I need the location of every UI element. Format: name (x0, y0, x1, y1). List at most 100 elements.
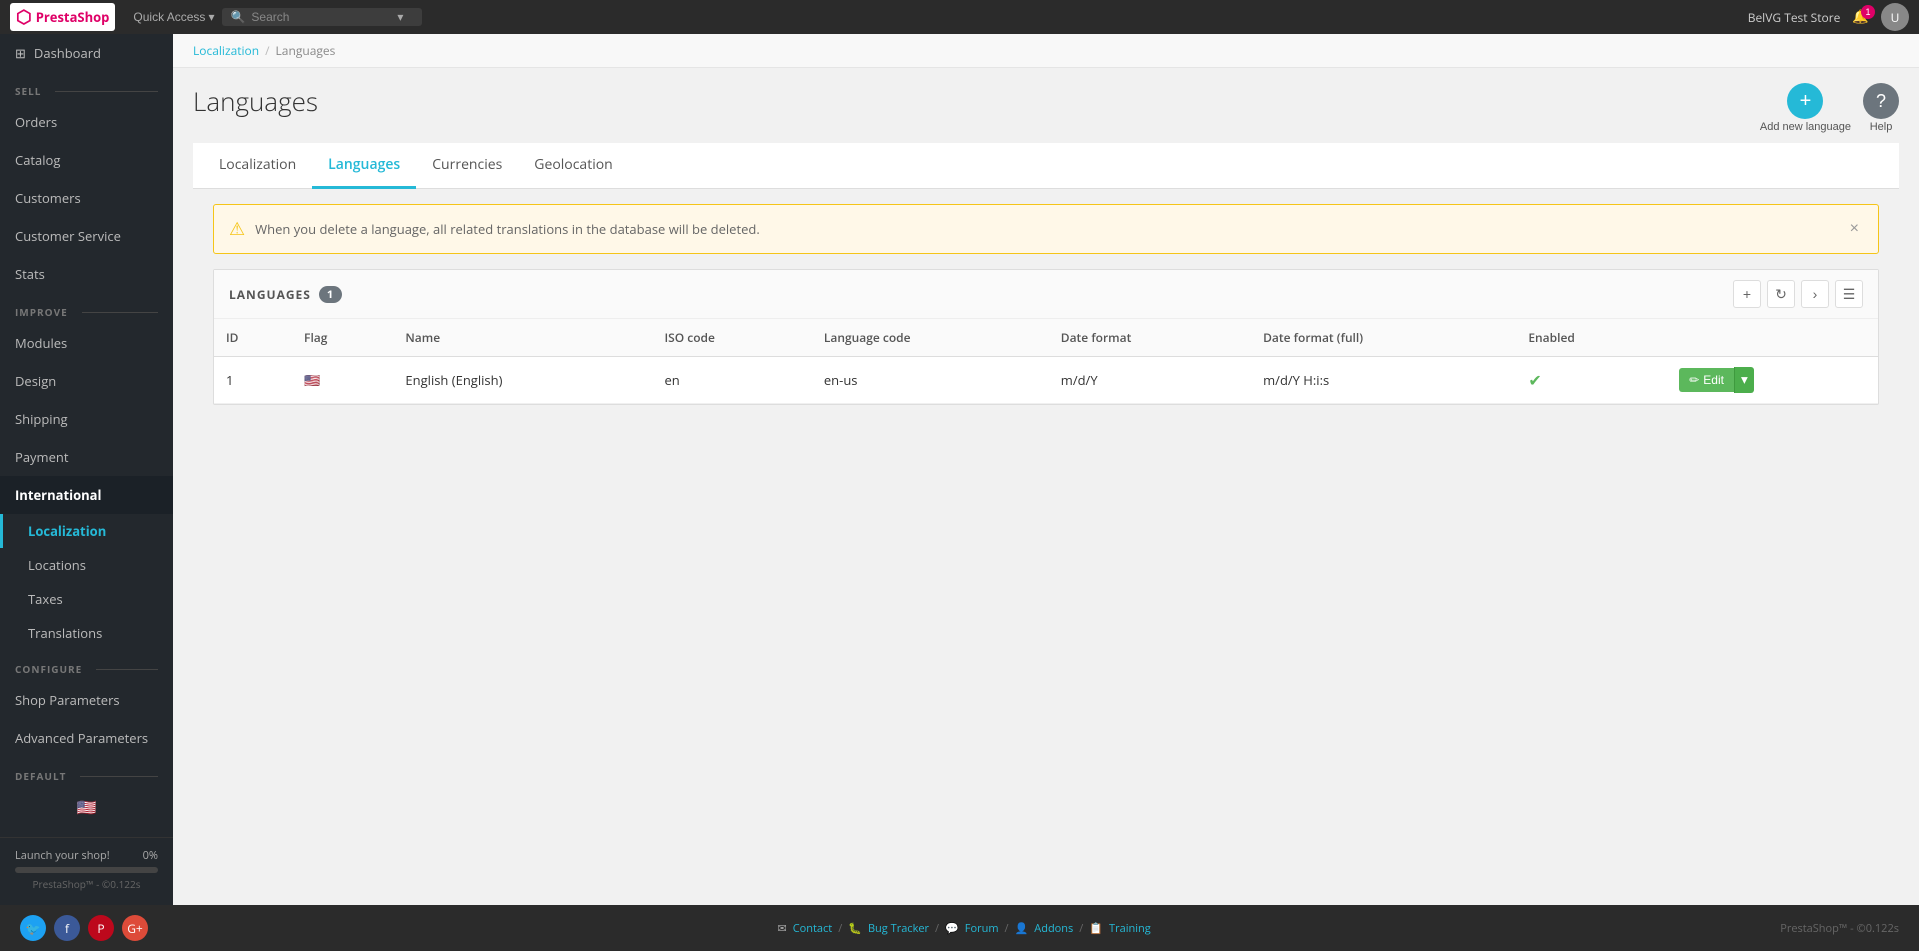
bug-tracker-link[interactable]: Bug Tracker (868, 921, 929, 936)
add-row-button[interactable]: + (1733, 280, 1761, 308)
add-new-language-button[interactable]: + Add new language (1760, 83, 1851, 133)
avatar[interactable]: U (1881, 3, 1909, 31)
sidebar-sub-item-locations[interactable]: Locations (0, 548, 173, 582)
col-date-format: Date format (1049, 319, 1251, 357)
us-flag-icon: 🇺🇸 (77, 796, 97, 818)
sidebar-item-international[interactable]: International (0, 476, 173, 514)
cell-flag: 🇺🇸 (292, 357, 393, 404)
sidebar-item-modules[interactable]: Modules (0, 324, 173, 362)
sidebar-item-advanced-parameters[interactable]: Advanced Parameters (0, 719, 173, 757)
breadcrumb-separator: / (265, 42, 269, 59)
table-title: LANGUAGES 1 (229, 286, 342, 303)
sidebar-item-design[interactable]: Design (0, 362, 173, 400)
sidebar-item-label: Advanced Parameters (15, 729, 148, 747)
sidebar-flag: 🇺🇸 (0, 788, 173, 826)
search-dropdown-button[interactable]: ▾ (397, 10, 403, 24)
google-link[interactable]: G+ (122, 915, 148, 941)
edit-button[interactable]: ✏ Edit (1679, 368, 1734, 392)
col-enabled: Enabled (1516, 319, 1667, 357)
enabled-checkmark: ✔ (1528, 369, 1541, 391)
main-layout: ⊞ Dashboard SELL Orders Catalog Customer… (0, 34, 1919, 905)
contact-link[interactable]: Contact (793, 921, 833, 936)
forum-icon: 💬 (945, 921, 959, 936)
sidebar-section-improve: IMPROVE (0, 293, 173, 324)
pinterest-link[interactable]: P (88, 915, 114, 941)
sidebar-item-label: Shipping (15, 410, 68, 428)
action-buttons: ✏ Edit ▾ (1679, 367, 1866, 393)
caret-down-icon: ▾ (1741, 372, 1748, 387)
footer-links: ✉ Contact / 🐛 Bug Tracker / 💬 Forum / 👤 … (777, 921, 1150, 936)
breadcrumb-localization-link[interactable]: Localization (193, 42, 259, 59)
tab-currencies[interactable]: Currencies (416, 143, 518, 189)
sidebar-item-customer-service[interactable]: Customer Service (0, 217, 173, 255)
logo[interactable]: ⬡ PrestaShop (10, 3, 115, 31)
sidebar-sub-item-taxes[interactable]: Taxes (0, 582, 173, 616)
sidebar-item-dashboard[interactable]: ⊞ Dashboard (0, 34, 173, 72)
tab-languages[interactable]: Languages (312, 143, 416, 189)
sidebar-item-label: Dashboard (34, 44, 101, 62)
sidebar-item-label: Payment (15, 448, 69, 466)
cell-name: English (English) (393, 357, 652, 404)
sidebar-sub-item-translations[interactable]: Translations (0, 616, 173, 650)
page-footer: 🐦 f P G+ ✉ Contact / 🐛 Bug Tracker / 💬 F… (0, 905, 1919, 951)
warning-close-button[interactable]: × (1846, 220, 1863, 238)
forum-link[interactable]: Forum (965, 921, 999, 936)
sidebar-item-label: International (15, 486, 102, 504)
tab-localization[interactable]: Localization (203, 143, 312, 189)
page-header: Languages + Add new language ? Help (173, 68, 1919, 143)
search-icon-button[interactable]: 🔍 (230, 10, 245, 24)
col-iso-code: ISO code (652, 319, 811, 357)
sidebar-section-default: DEFAULT (0, 757, 173, 788)
store-name: BelVG Test Store (1748, 9, 1841, 26)
cell-language-code: en-us (812, 357, 1049, 404)
sidebar-item-label: Shop Parameters (15, 691, 120, 709)
help-icon: ? (1863, 83, 1899, 119)
page-title: Languages (193, 83, 318, 119)
col-id: ID (214, 319, 292, 357)
notification-badge: 1 (1861, 5, 1875, 19)
sidebar-item-label: Customer Service (15, 227, 121, 245)
training-link[interactable]: Training (1109, 921, 1151, 936)
sidebar-item-orders[interactable]: Orders (0, 103, 173, 141)
help-button[interactable]: ? Help (1863, 83, 1899, 133)
flag-icon: 🇺🇸 (304, 371, 320, 389)
tab-geolocation[interactable]: Geolocation (518, 143, 628, 189)
sidebar-item-label: Locations (28, 556, 86, 574)
content-area: Localization / Languages Languages + Add… (173, 34, 1919, 905)
next-button[interactable]: › (1801, 280, 1829, 308)
cell-actions: ✏ Edit ▾ (1667, 357, 1878, 404)
warning-icon: ⚠ (229, 217, 245, 241)
contact-icon: ✉ (777, 921, 786, 936)
col-actions (1667, 319, 1878, 357)
footer-social: 🐦 f P G+ (20, 915, 148, 941)
training-icon: 📋 (1089, 921, 1103, 936)
sidebar-item-label: Stats (15, 265, 45, 283)
addons-link[interactable]: Addons (1034, 921, 1073, 936)
columns-button[interactable]: ☰ (1835, 280, 1863, 308)
sidebar-item-shipping[interactable]: Shipping (0, 400, 173, 438)
top-navigation: ⬡ PrestaShop Quick Access ▾ 🔍 ▾ BelVG Te… (0, 0, 1919, 34)
sidebar-item-customers[interactable]: Customers (0, 179, 173, 217)
add-icon: + (1787, 83, 1823, 119)
cell-date-format: m/d/Y (1049, 357, 1251, 404)
refresh-button[interactable]: ↻ (1767, 280, 1795, 308)
notifications-button[interactable]: 🔔 1 (1852, 9, 1869, 25)
sidebar-item-shop-parameters[interactable]: Shop Parameters (0, 681, 173, 719)
quick-access-button[interactable]: Quick Access ▾ (125, 10, 222, 24)
twitter-link[interactable]: 🐦 (20, 915, 46, 941)
sidebar-item-label: Modules (15, 334, 67, 352)
nav-right: BelVG Test Store 🔔 1 U (1748, 3, 1909, 31)
col-flag: Flag (292, 319, 393, 357)
sidebar-item-catalog[interactable]: Catalog (0, 141, 173, 179)
sidebar-item-payment[interactable]: Payment (0, 438, 173, 476)
sidebar-sub-item-localization[interactable]: Localization (0, 514, 173, 548)
sidebar-item-stats[interactable]: Stats (0, 255, 173, 293)
facebook-link[interactable]: f (54, 915, 80, 941)
cell-enabled: ✔ (1516, 357, 1667, 404)
sidebar-item-label: Localization (28, 522, 106, 540)
edit-dropdown-button[interactable]: ▾ (1734, 367, 1754, 393)
dashboard-icon: ⊞ (15, 44, 26, 62)
search-bar: 🔍 ▾ (222, 8, 422, 26)
search-input[interactable] (251, 10, 391, 24)
breadcrumb: Localization / Languages (173, 34, 1919, 68)
